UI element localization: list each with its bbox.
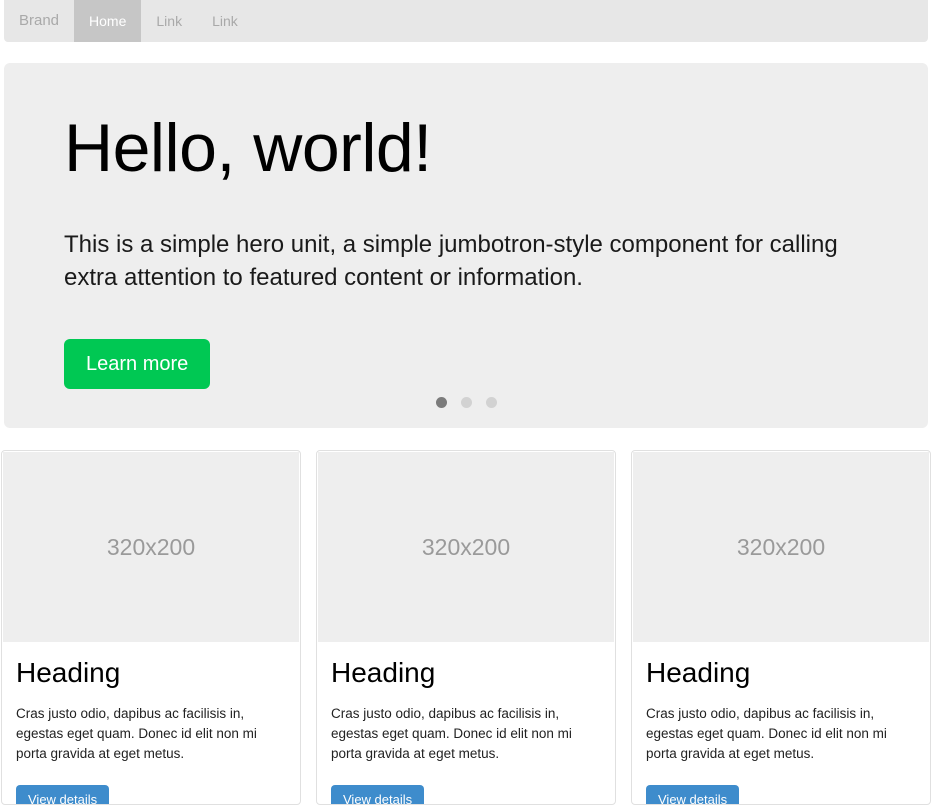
card-heading: Heading <box>331 657 436 688</box>
carousel-dot-3[interactable] <box>485 397 497 408</box>
card-body: Heading Cras justo odio, dapibus ac faci… <box>2 643 300 804</box>
card-text: Cras justo odio, dapibus ac facilisis in… <box>646 705 887 762</box>
view-details-button[interactable]: View details <box>646 785 740 804</box>
card-body: Heading Cras justo odio, dapibus ac faci… <box>632 643 930 804</box>
card: 320x200 Heading Cras justo odio, dapibus… <box>316 450 616 805</box>
navbar-item-link-1: Link <box>141 0 197 42</box>
navbar-item-home: Home <box>74 0 142 42</box>
card-text: Cras justo odio, dapibus ac facilisis in… <box>16 705 257 762</box>
card-row: 320x200 Heading Cras justo odio, dapibus… <box>1 450 931 805</box>
card-text: Cras justo odio, dapibus ac facilisis in… <box>331 705 572 762</box>
jumbotron-description: This is a simple hero unit, a simple jum… <box>64 230 838 292</box>
carousel-dot-2[interactable] <box>460 397 472 408</box>
view-details-button[interactable]: View details <box>331 785 425 804</box>
nav-link-2[interactable]: Link <box>197 0 253 42</box>
view-details-button[interactable]: View details <box>16 785 110 804</box>
card: 320x200 Heading Cras justo odio, dapibus… <box>1 450 301 805</box>
card-image-placeholder: 320x200 <box>3 452 299 642</box>
nav-link-1[interactable]: Link <box>141 0 197 42</box>
navbar-item-link-2: Link <box>197 0 253 42</box>
card: 320x200 Heading Cras justo odio, dapibus… <box>631 450 931 805</box>
navbar-brand[interactable]: Brand <box>4 0 74 42</box>
card-heading: Heading <box>646 657 751 688</box>
card-image-placeholder: 320x200 <box>633 452 929 642</box>
carousel-indicators <box>4 397 928 408</box>
card-image-placeholder: 320x200 <box>318 452 614 642</box>
nav-link-home[interactable]: Home <box>74 0 142 42</box>
navbar: Brand Home Link Link <box>4 0 928 42</box>
navbar-nav-list: Home Link Link <box>74 0 253 42</box>
carousel-dot-1[interactable] <box>435 397 447 408</box>
card-heading: Heading <box>16 657 121 688</box>
jumbotron-title: Hello, world! <box>64 110 432 186</box>
jumbotron: Hello, world! This is a simple hero unit… <box>4 63 928 428</box>
learn-more-button[interactable]: Learn more <box>64 338 211 389</box>
card-body: Heading Cras justo odio, dapibus ac faci… <box>317 643 615 804</box>
